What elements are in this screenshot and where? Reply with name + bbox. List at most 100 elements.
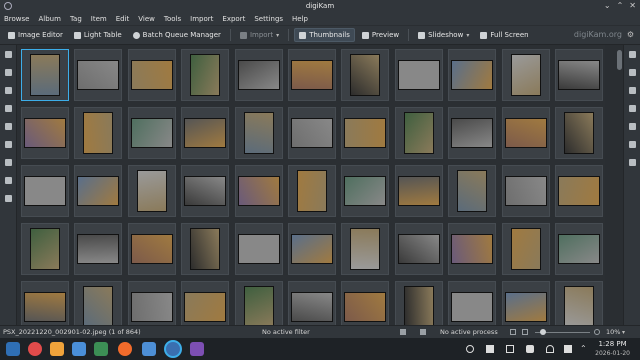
thumbnail-cell[interactable] [394,49,443,101]
thumbnails-button[interactable]: Thumbnails [294,28,355,42]
colors-icon[interactable] [629,87,636,94]
thumbnail-cell[interactable] [181,165,230,217]
menu-settings[interactable]: Settings [254,15,283,23]
thumbnail-cell[interactable] [555,165,603,217]
map-search-icon[interactable] [5,177,12,184]
menu-tools[interactable]: Tools [164,15,181,23]
network-icon[interactable] [546,345,554,353]
dates-icon[interactable] [5,105,12,112]
display-icon[interactable] [506,345,514,353]
thumbnail-cell[interactable] [501,281,550,325]
metadata-icon[interactable] [629,69,636,76]
office-icon[interactable] [50,342,64,356]
digikam-brand-link[interactable]: digiKam.org [574,30,622,39]
thumbnail-cell[interactable] [341,49,390,101]
zoom-in-icon[interactable] [594,329,600,335]
thumbnail-cell[interactable] [74,107,123,159]
thumbnail-cell[interactable] [341,281,390,325]
thumbnail-cell[interactable] [394,281,443,325]
thumbnail-cell[interactable] [234,281,283,325]
image-editor-button[interactable]: Image Editor [4,29,67,41]
thumbnail-cell[interactable] [448,223,497,275]
thumbnail-cell[interactable] [21,107,69,159]
chevron-down-icon[interactable]: ▾ [622,329,625,336]
thumbnail-cell[interactable] [21,49,69,101]
search-icon[interactable] [5,141,12,148]
digikam-task-icon[interactable] [166,342,180,356]
clipboard-icon[interactable] [466,345,474,353]
thumbnail-cell[interactable] [341,223,390,275]
geolocation-icon[interactable] [629,105,636,112]
timeline-icon[interactable] [5,123,12,130]
thumbnail-cell[interactable] [127,223,176,275]
thumbnail-cell[interactable] [234,107,283,159]
zoom-slider-handle[interactable] [540,329,546,335]
thumbnail-cell[interactable] [394,223,443,275]
battery-icon[interactable] [564,345,572,353]
thumbnail-grid[interactable] [17,45,605,325]
thumbnail-cell[interactable] [288,281,336,325]
vivaldi-icon[interactable] [28,342,42,356]
app-launcher-icon[interactable] [6,342,20,356]
tray-expand-icon[interactable]: ⌃ [580,344,587,353]
people-icon[interactable] [5,195,12,202]
thumbnail-cell[interactable] [181,281,230,325]
mail-icon[interactable] [142,342,156,356]
thumbnail-cell[interactable] [234,165,283,217]
scrollbar-handle[interactable] [617,50,622,70]
batch-queue-button[interactable]: Batch Queue Manager [129,29,225,41]
scrollbar-track[interactable] [615,45,623,325]
firefox-icon[interactable] [118,342,132,356]
thumbnail-cell[interactable] [501,49,550,101]
thumbnail-cell[interactable] [127,165,176,217]
thumbnail-cell[interactable] [21,281,69,325]
menu-edit[interactable]: Edit [116,15,130,23]
thumbnail-cell[interactable] [74,165,123,217]
versions-icon[interactable] [629,141,636,148]
import-button[interactable]: Import ▾ [236,29,283,41]
thumbnail-cell[interactable] [288,223,336,275]
menu-tag[interactable]: Tag [70,15,82,23]
stack-icon[interactable] [72,342,86,356]
fuzzy-search-icon[interactable] [5,159,12,166]
minimize-icon[interactable]: ⌄ [604,1,611,10]
thumbnail-cell[interactable] [127,281,176,325]
close-icon[interactable]: ✕ [629,1,636,10]
thumbnail-cell[interactable] [448,49,497,101]
captions-icon[interactable] [629,123,636,130]
labels-icon[interactable] [5,87,12,94]
list-icon[interactable] [420,329,426,335]
files-icon[interactable] [94,342,108,356]
menu-browse[interactable]: Browse [4,15,30,23]
editor-icon[interactable] [190,342,204,356]
thumbnail-cell[interactable] [74,49,123,101]
menu-import[interactable]: Import [190,15,213,23]
menu-album[interactable]: Album [39,15,61,23]
system-clock[interactable]: 1:28 PM 2026-01-20 [595,340,630,358]
thumbnail-cell[interactable] [501,223,550,275]
thumbnail-cell[interactable] [181,223,230,275]
gear-icon[interactable]: ⚙ [627,30,634,39]
thumbnail-cell[interactable] [127,107,176,159]
preview-button[interactable]: Preview [358,29,403,41]
filters-icon[interactable] [629,159,636,166]
thumbnail-cell[interactable] [555,49,603,101]
albums-icon[interactable] [5,51,12,58]
full-screen-button[interactable]: Full Screen [476,29,532,41]
thumbnail-cell[interactable] [181,49,230,101]
thumbnail-cell[interactable] [341,165,390,217]
thumbnail-cell[interactable] [341,107,390,159]
maximize-icon[interactable]: ⌃ [617,1,624,10]
thumbnail-cell[interactable] [234,223,283,275]
thumbnail-cell[interactable] [288,107,336,159]
zoom-fit-icon[interactable] [510,329,516,335]
thumbnail-cell[interactable] [234,49,283,101]
thumbnail-cell[interactable] [181,107,230,159]
menu-export[interactable]: Export [222,15,245,23]
menu-help[interactable]: Help [292,15,308,23]
thumbnail-cell[interactable] [448,281,497,325]
light-table-button[interactable]: Light Table [70,29,126,41]
properties-icon[interactable] [629,51,636,58]
thumbnail-cell[interactable] [394,107,443,159]
thumbnail-cell[interactable] [555,107,603,159]
